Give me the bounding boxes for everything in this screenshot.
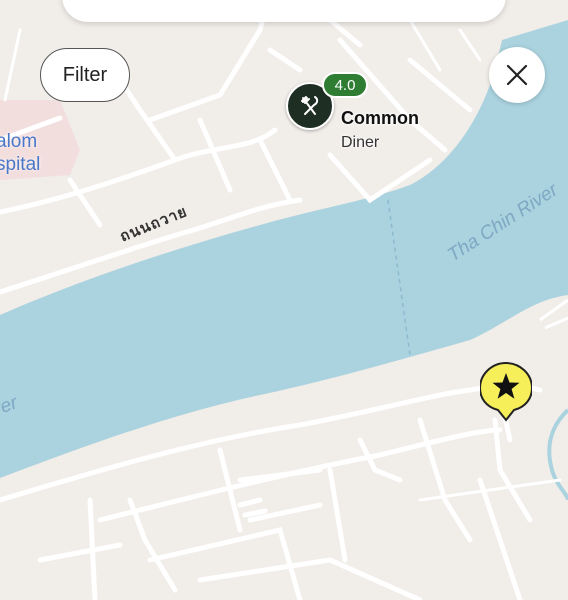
filter-button[interactable]: Filter [40,48,130,102]
close-button[interactable] [489,47,545,103]
search-bar[interactable] [62,0,506,22]
place-name[interactable]: Common [341,108,419,129]
hospital-label: alom spital [0,131,41,175]
rating-badge: 4.0 [322,72,368,98]
favorite-marker[interactable] [480,362,532,422]
place-category: Diner [341,134,380,151]
close-icon [506,64,528,86]
fork-knife-icon [301,96,319,115]
